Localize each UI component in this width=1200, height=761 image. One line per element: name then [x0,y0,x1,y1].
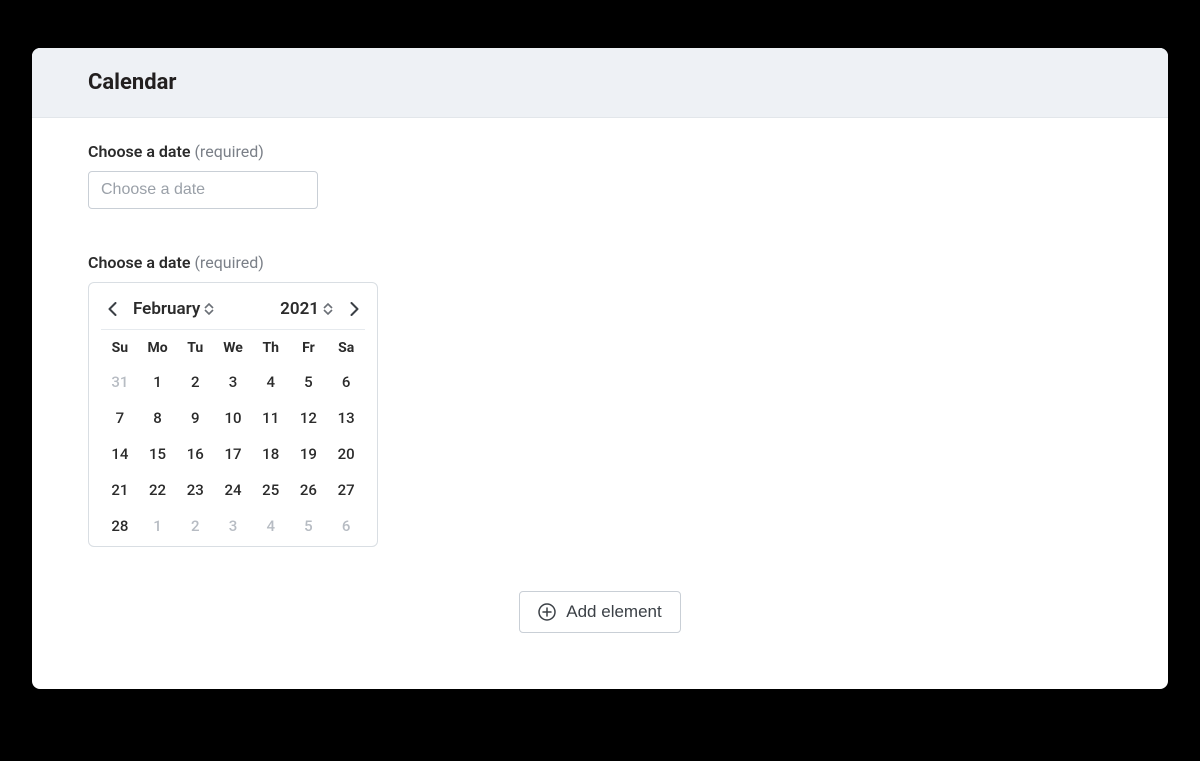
calendar-day[interactable]: 28 [101,514,139,538]
card-title: Calendar [88,70,1112,95]
calendar-day[interactable]: 2 [176,370,214,394]
day-of-week-header: Tu [176,340,214,358]
calendar-day[interactable]: 17 [214,442,252,466]
calendar-day[interactable]: 6 [327,514,365,538]
calendar-day[interactable]: 18 [252,442,290,466]
field-date-calendar: Choose a date (required) February [88,253,1112,547]
calendar-header: February 2021 [101,295,365,330]
calendar-day[interactable]: 10 [214,406,252,430]
calendar-card: Calendar Choose a date (required) Choose… [32,48,1168,689]
sort-icon [204,303,214,315]
calendar-day[interactable]: 15 [139,442,177,466]
calendar-day[interactable]: 13 [327,406,365,430]
calendar-day[interactable]: 5 [290,514,328,538]
label-text: Choose a date [88,253,190,272]
calendar-day[interactable]: 3 [214,370,252,394]
calendar-day[interactable]: 8 [139,406,177,430]
day-of-week-header: Mo [139,340,177,358]
calendar-day[interactable]: 20 [327,442,365,466]
year-label: 2021 [280,299,319,319]
chevron-left-icon [108,302,117,316]
calendar-day[interactable]: 7 [101,406,139,430]
calendar-widget: February 2021 [88,282,378,547]
calendar-day[interactable]: 23 [176,478,214,502]
required-indicator: (required) [194,142,263,161]
next-month-button[interactable] [345,300,363,318]
calendar-day[interactable]: 21 [101,478,139,502]
day-of-week-header: Su [101,340,139,358]
label-text: Choose a date [88,142,190,161]
calendar-grid: SuMoTuWeThFrSa31123456789101112131415161… [101,330,365,538]
calendar-day[interactable]: 14 [101,442,139,466]
calendar-day[interactable]: 1 [139,514,177,538]
calendar-day[interactable]: 26 [290,478,328,502]
month-select[interactable]: February [131,299,216,319]
sort-icon [323,303,333,315]
field-label: Choose a date (required) [88,253,1112,272]
calendar-day[interactable]: 9 [176,406,214,430]
calendar-day[interactable]: 19 [290,442,328,466]
day-of-week-header: We [214,340,252,358]
calendar-day[interactable]: 4 [252,514,290,538]
field-date-input: Choose a date (required) [88,142,1112,209]
calendar-day[interactable]: 25 [252,478,290,502]
card-footer: Add element [88,547,1112,659]
plus-circle-icon [538,603,556,621]
calendar-day[interactable]: 6 [327,370,365,394]
prev-month-button[interactable] [103,300,121,318]
year-select[interactable]: 2021 [278,299,335,319]
calendar-day[interactable]: 3 [214,514,252,538]
card-body: Choose a date (required) Choose a date (… [32,118,1168,689]
day-of-week-header: Fr [290,340,328,358]
calendar-day[interactable]: 1 [139,370,177,394]
calendar-day[interactable]: 4 [252,370,290,394]
calendar-day[interactable]: 2 [176,514,214,538]
chevron-right-icon [350,302,359,316]
day-of-week-header: Sa [327,340,365,358]
card-header: Calendar [32,48,1168,118]
calendar-day[interactable]: 31 [101,370,139,394]
month-label: February [133,299,200,319]
add-element-label: Add element [566,602,661,622]
calendar-day[interactable]: 27 [327,478,365,502]
calendar-day[interactable]: 22 [139,478,177,502]
calendar-day[interactable]: 24 [214,478,252,502]
add-element-button[interactable]: Add element [519,591,680,633]
field-label: Choose a date (required) [88,142,1112,161]
calendar-day[interactable]: 11 [252,406,290,430]
calendar-day[interactable]: 16 [176,442,214,466]
calendar-day[interactable]: 12 [290,406,328,430]
calendar-day[interactable]: 5 [290,370,328,394]
date-input[interactable] [88,171,318,209]
required-indicator: (required) [194,253,263,272]
day-of-week-header: Th [252,340,290,358]
